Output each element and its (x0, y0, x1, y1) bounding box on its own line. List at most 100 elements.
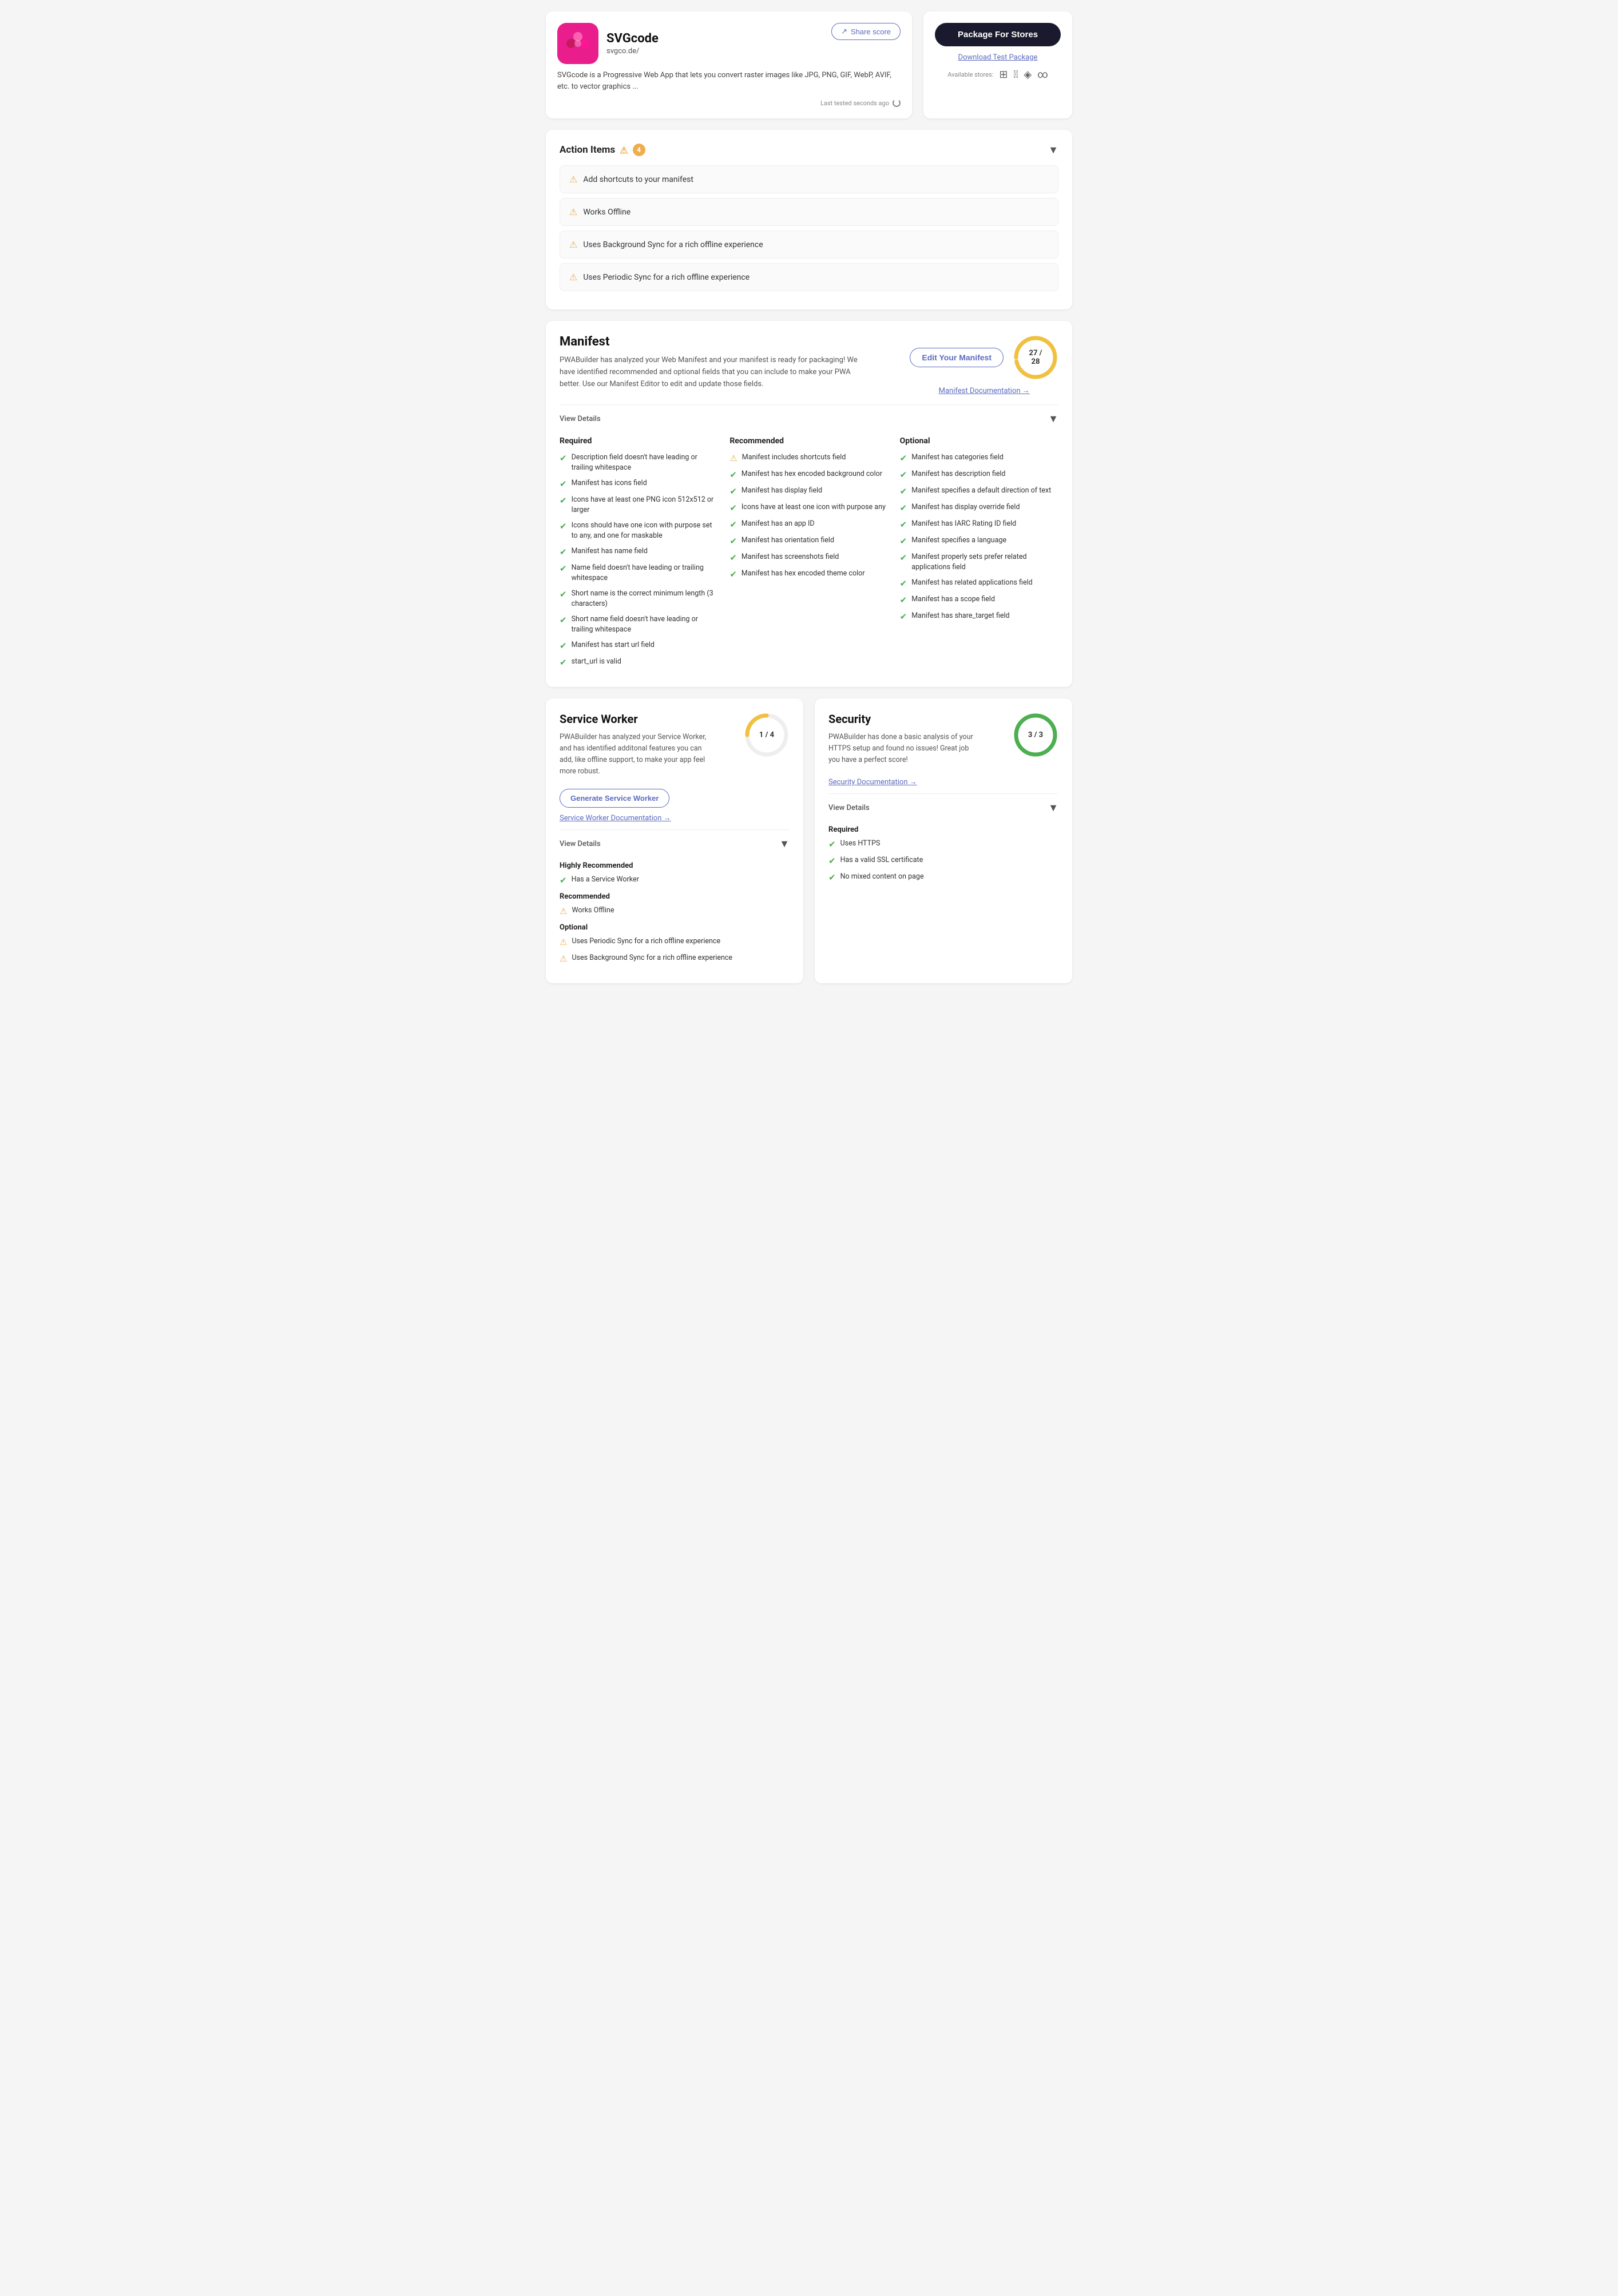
action-items-collapse-button[interactable]: ▼ (1048, 144, 1058, 156)
check-icon: ✔ (729, 470, 737, 480)
bottom-grid: Service Worker PWABuilder has analyzed y… (546, 698, 1072, 983)
detail-text: Uses Periodic Sync for a rich offline ex… (572, 936, 720, 947)
warning-icon: ⚠ (560, 906, 567, 916)
detail-item: ✔ Manifest has display field (729, 486, 888, 496)
refresh-icon[interactable] (893, 99, 901, 107)
manifest-description: PWABuilder has analyzed your Web Manifes… (560, 355, 869, 390)
manifest-recommended-col: Recommended ⚠ Manifest includes shortcut… (729, 436, 888, 673)
package-for-stores-button[interactable]: Package For Stores (935, 23, 1061, 46)
security-title: Security (828, 712, 977, 726)
check-icon: ✔ (729, 486, 737, 496)
detail-item: ✔ Manifest has display override field (900, 502, 1058, 513)
app-identity: SVGcode svgco.de/ (557, 23, 659, 64)
detail-item: ✔ Manifest specifies a language (900, 535, 1058, 546)
manifest-required-title: Required (560, 436, 718, 446)
security-doc-link[interactable]: Security Documentation → (828, 778, 917, 786)
detail-text: start_url is valid (572, 657, 621, 667)
check-icon: ✔ (560, 875, 567, 885)
security-details-collapse-button[interactable]: ▼ (1048, 802, 1058, 814)
sw-details: Highly Recommended ✔ Has a Service Worke… (560, 861, 790, 964)
security-view-details-label: View Details (828, 804, 870, 812)
sw-details-collapse-button[interactable]: ▼ (779, 838, 790, 850)
detail-text: Uses HTTPS (840, 839, 881, 849)
check-icon: ✔ (900, 611, 907, 622)
detail-item: ✔ Manifest has an app ID (729, 519, 888, 530)
sw-doc-link[interactable]: Service Worker Documentation → (560, 814, 671, 823)
check-icon: ✔ (729, 569, 737, 579)
manifest-recommended-title: Recommended (729, 436, 888, 446)
check-icon: ✔ (560, 479, 567, 489)
detail-text: Short name is the correct minimum length… (572, 589, 719, 609)
manifest-view-details-bar[interactable]: View Details ▼ (560, 404, 1058, 425)
app-logo (557, 23, 598, 64)
check-icon: ✔ (560, 657, 567, 668)
manifest-doc-link[interactable]: Manifest Documentation → (939, 386, 1030, 395)
share-icon: ↗ (841, 27, 847, 36)
share-score-button[interactable]: ↗ Share score (831, 23, 901, 40)
available-stores-row: Available stores: ⊞  ◈ ∞ (947, 69, 1048, 81)
detail-text: Icons have at least one icon with purpos… (741, 502, 886, 513)
manifest-optional-title: Optional (900, 436, 1058, 446)
sw-view-details-bar[interactable]: View Details ▼ (560, 829, 790, 850)
manifest-score-text: 27 / 28 (1024, 349, 1047, 366)
action-items-section: Action Items ⚠ 4 ▼ ⚠ Add shortcuts to yo… (546, 130, 1072, 309)
detail-item: ✔ Manifest has start url field (560, 640, 718, 651)
manifest-title: Manifest (560, 335, 869, 349)
security-details: Required ✔ Uses HTTPS✔ Has a valid SSL c… (828, 825, 1058, 883)
action-items-list: ⚠ Add shortcuts to your manifest⚠ Works … (560, 165, 1058, 291)
detail-item: ✔ Manifest has orientation field (729, 535, 888, 546)
detail-item: ✔ Has a Service Worker (560, 875, 790, 885)
detail-item: ✔ Short name is the correct minimum leng… (560, 589, 718, 609)
sw-recommended-title: Recommended (560, 892, 790, 901)
warning-icon: ⚠ (569, 174, 577, 185)
detail-item: ✔ Manifest specifies a default direction… (900, 486, 1058, 496)
app-name: SVGcode (606, 31, 659, 46)
manifest-score-ring: 27 / 28 (1013, 335, 1058, 380)
detail-text: Manifest has start url field (572, 640, 655, 650)
manifest-details-collapse-button[interactable]: ▼ (1048, 413, 1058, 425)
detail-text: Manifest has hex encoded theme color (741, 569, 865, 579)
edit-manifest-button[interactable]: Edit Your Manifest (910, 348, 1004, 367)
check-icon: ✔ (900, 519, 907, 530)
download-test-package-link[interactable]: Download Test Package (958, 53, 1038, 62)
detail-text: Manifest has an app ID (741, 519, 815, 529)
detail-text: Manifest has related applications field (911, 578, 1032, 588)
check-icon: ✔ (828, 872, 836, 883)
detail-item: ⚠ Uses Background Sync for a rich offlin… (560, 953, 790, 964)
detail-item: ✔ Manifest has a scope field (900, 594, 1058, 605)
detail-item: ✔ Manifest has screenshots field (729, 552, 888, 563)
service-worker-section: Service Worker PWABuilder has analyzed y… (546, 698, 803, 983)
security-view-details-bar[interactable]: View Details ▼ (828, 793, 1058, 814)
check-icon: ✔ (900, 578, 907, 589)
action-items-header: Action Items ⚠ 4 ▼ (560, 144, 1058, 156)
detail-item: ✔ Name field doesn't have leading or tra… (560, 563, 718, 583)
check-icon: ✔ (560, 641, 567, 651)
check-icon: ✔ (560, 563, 567, 574)
detail-item: ✔ Manifest has related applications fiel… (900, 578, 1058, 589)
detail-text: Manifest specifies a language (911, 535, 1006, 546)
detail-text: Uses Background Sync for a rich offline … (572, 953, 732, 963)
check-icon: ✔ (729, 553, 737, 563)
detail-text: Manifest has display field (741, 486, 822, 496)
app-description: SVGcode is a Progressive Web App that le… (557, 70, 901, 92)
windows-store-icon: ⊞ (999, 69, 1008, 81)
action-item: ⚠ Works Offline (560, 198, 1058, 226)
detail-text: Manifest has hex encoded background colo… (741, 469, 882, 479)
generate-service-worker-button[interactable]: Generate Service Worker (560, 789, 669, 808)
check-icon: ✔ (560, 547, 567, 557)
detail-item: ✔ Manifest has icons field (560, 478, 718, 489)
check-icon: ✔ (560, 521, 567, 531)
detail-item: ✔ Manifest has categories field (900, 452, 1058, 463)
check-icon: ✔ (900, 595, 907, 605)
warning-icon: ⚠ (560, 937, 567, 947)
detail-text: Has a valid SSL certificate (840, 855, 923, 865)
detail-item: ✔ Short name field doesn't have leading … (560, 614, 718, 634)
warning-icon: ⚠ (560, 954, 567, 964)
detail-text: Manifest includes shortcuts field (742, 452, 846, 463)
detail-text: Description field doesn't have leading o… (572, 452, 719, 472)
check-icon: ✔ (729, 536, 737, 546)
check-icon: ✔ (900, 453, 907, 463)
detail-item: ✔ Manifest has name field (560, 546, 718, 557)
security-required-title: Required (828, 825, 1058, 834)
detail-text: Has a Service Worker (572, 875, 639, 885)
